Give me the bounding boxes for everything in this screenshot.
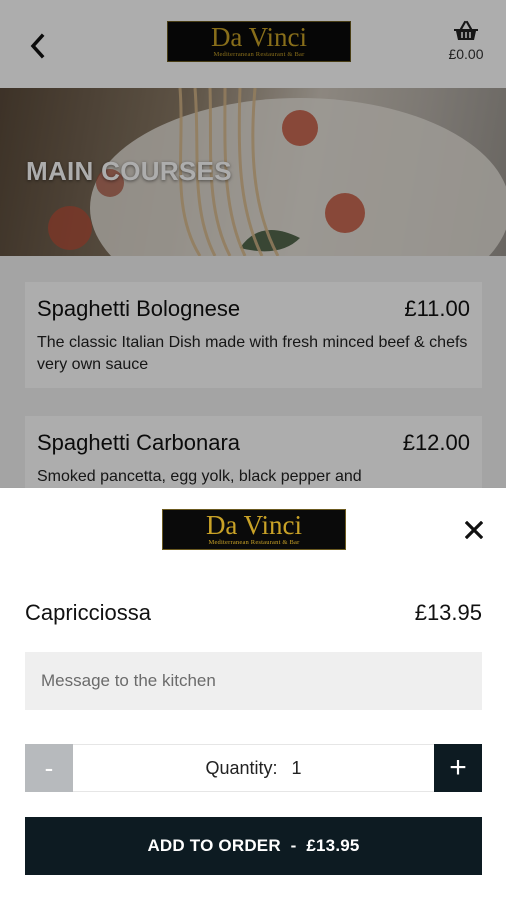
logo-title: Da Vinci bbox=[205, 510, 303, 541]
product-row: Capricciossa £13.95 bbox=[25, 600, 482, 626]
logo-subtitle: Mediterranean Restaurant & Bar bbox=[208, 539, 300, 547]
quantity-value: 1 bbox=[291, 757, 302, 778]
close-button[interactable] bbox=[462, 518, 486, 542]
close-icon bbox=[465, 521, 483, 539]
add-to-order-button[interactable]: ADD TO ORDER - £13.95 bbox=[25, 817, 482, 875]
kitchen-message-input[interactable] bbox=[25, 652, 482, 710]
restaurant-logo: Da Vinci Mediterranean Restaurant & Bar bbox=[162, 509, 346, 550]
product-price: £13.95 bbox=[414, 600, 482, 625]
quantity-stepper: - Quantity: 1 + bbox=[25, 744, 482, 792]
product-name: Capricciossa bbox=[25, 600, 151, 625]
sheet-header: Da Vinci Mediterranean Restaurant & Bar bbox=[0, 488, 506, 574]
increase-quantity-button[interactable]: + bbox=[434, 744, 482, 792]
quantity-display: Quantity: 1 bbox=[73, 744, 434, 792]
quantity-label: Quantity: bbox=[205, 757, 278, 778]
decrease-quantity-button[interactable]: - bbox=[25, 744, 73, 792]
